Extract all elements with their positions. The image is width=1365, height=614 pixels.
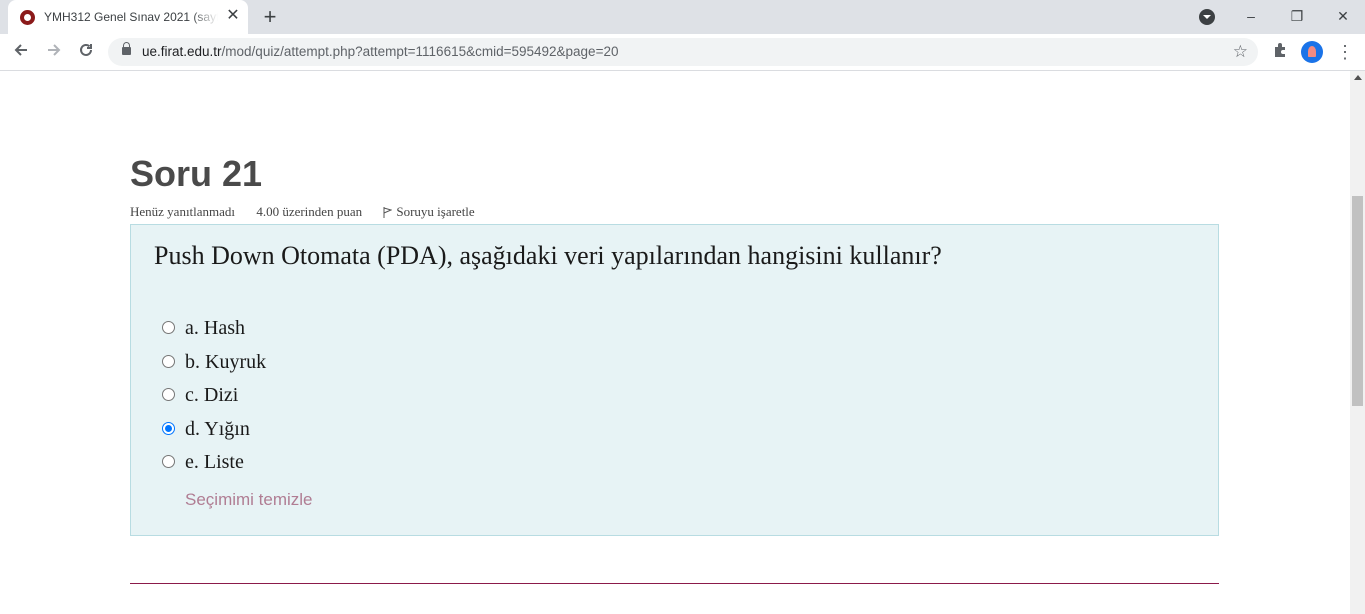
scroll-thumb[interactable] (1352, 196, 1363, 406)
profile-avatar[interactable] (1301, 41, 1323, 63)
answer-label: e. Liste (185, 451, 244, 473)
question-text: Push Down Otomata (PDA), aşağıdaki veri … (154, 241, 942, 270)
back-arrow-icon[interactable] (9, 40, 33, 64)
radio-button-selected[interactable] (162, 422, 175, 435)
radio-button[interactable] (162, 355, 175, 368)
tab-close-icon[interactable]: ✕ (224, 7, 242, 25)
new-tab-button[interactable]: + (258, 5, 282, 29)
radio-button[interactable] (162, 455, 175, 468)
kebab-menu-icon[interactable]: ⋮ (1336, 40, 1354, 64)
radio-button[interactable] (162, 388, 175, 401)
flag-question-link[interactable]: Soruyu işaretle (383, 204, 492, 220)
browser-tab[interactable]: YMH312 Genel Sınav 2021 (sayfa ✕ (8, 0, 248, 34)
site-favicon-icon (20, 10, 35, 25)
maximize-button[interactable]: ❐ (1283, 4, 1311, 28)
answer-label: c. Dizi (185, 384, 239, 406)
forward-arrow-icon[interactable] (42, 40, 66, 64)
extensions-puzzle-icon[interactable] (1270, 42, 1290, 62)
minimize-button[interactable]: – (1237, 4, 1265, 28)
clear-choice-link[interactable]: Seçimimi temizle (185, 490, 313, 510)
divider (130, 583, 1219, 584)
answer-label: b. Kuyruk (185, 351, 267, 373)
scroll-up-arrow-icon[interactable] (1354, 75, 1362, 80)
question-title: Soru 21 (130, 153, 263, 194)
answer-label: a. Hash (185, 317, 245, 339)
answer-label: d. Yığın (185, 418, 250, 440)
question-info: Henüz yanıtlanmadı 4.00 üzerinden puan S… (130, 204, 511, 220)
close-window-button[interactable]: ✕ (1329, 4, 1357, 28)
address-bar[interactable]: ue.firat.edu.tr/mod/quiz/attempt.php?att… (108, 38, 1258, 66)
flag-icon (383, 207, 393, 218)
url-text[interactable]: ue.firat.edu.tr/mod/quiz/attempt.php?att… (142, 44, 618, 59)
bookmark-star-icon[interactable]: ☆ (1233, 42, 1248, 62)
tab-title: YMH312 Genel Sınav 2021 (sayfa (44, 10, 218, 24)
question-status: Henüz yanıtlanmadı (130, 204, 236, 219)
radio-button[interactable] (162, 321, 175, 334)
reload-icon[interactable] (74, 40, 98, 64)
browser-toolbar: ue.firat.edu.tr/mod/quiz/attempt.php?att… (0, 34, 1365, 71)
question-box: Push Down Otomata (PDA), aşağıdaki veri … (130, 224, 1219, 536)
tab-search-icon[interactable] (1199, 9, 1215, 25)
tab-strip: YMH312 Genel Sınav 2021 (sayfa ✕ + – ❐ ✕ (0, 0, 1365, 34)
lock-icon[interactable] (122, 42, 131, 55)
vertical-scrollbar[interactable] (1350, 71, 1365, 614)
question-points: 4.00 üzerinden puan (256, 204, 363, 219)
page-content: Soru 21 Henüz yanıtlanmadı 4.00 üzerinde… (0, 71, 1350, 614)
flag-label: Soruyu işaretle (396, 204, 475, 219)
